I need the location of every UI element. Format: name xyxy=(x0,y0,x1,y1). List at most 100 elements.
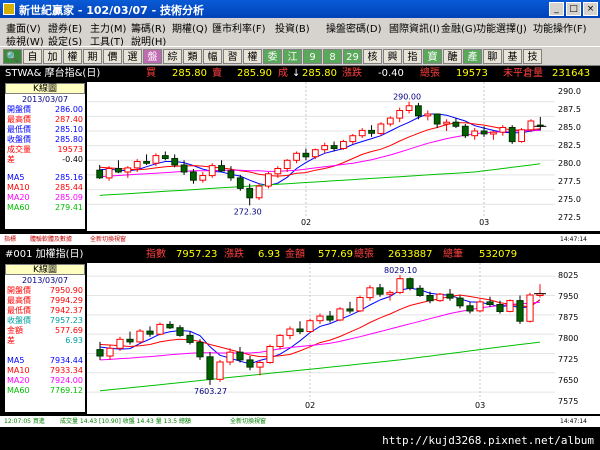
top-symbol: STWA& 摩台指&(日) xyxy=(5,68,101,79)
candle-body xyxy=(396,110,404,119)
low-price-label: 7603.27 xyxy=(194,387,227,396)
candle-body xyxy=(218,165,225,172)
title-bar: 新世紀贏家 - 102/03/07 - 技術分析 _ □ × xyxy=(0,0,600,18)
ma-label: MA60 xyxy=(7,203,30,212)
toolbar-btn-10[interactable]: 幅 xyxy=(203,49,222,64)
menu-function-op[interactable]: 功能操作(F) xyxy=(533,20,587,35)
toolbar-btn-26[interactable]: 技 xyxy=(523,49,542,64)
toolbar-btn-21[interactable]: 寶 xyxy=(423,49,442,64)
bottom-status-left: 12:07:05 買進 xyxy=(4,418,45,425)
top-deal-label: 成 xyxy=(278,68,288,79)
toolbar-btn-9[interactable]: 類 xyxy=(183,49,202,64)
toolbar-btn-24[interactable]: 聊 xyxy=(483,49,502,64)
top-sell-label: 賣 xyxy=(212,68,222,79)
candle-body xyxy=(115,168,122,173)
toolbar-btn-20[interactable]: 指 xyxy=(403,49,422,64)
stat-label: 收盤價 xyxy=(7,135,31,144)
stat-value: 7957.23 xyxy=(49,316,83,325)
toolbar-btn-12[interactable]: 權 xyxy=(243,49,262,64)
candle-body xyxy=(436,293,444,302)
bottom-kline-caption: K線圖 xyxy=(5,264,85,275)
bottom-y-axis: 8025 7950 7875 7800 7725 7650 7575 xyxy=(555,263,600,414)
ma-value: 7934.44 xyxy=(49,356,83,365)
stat-label: 成交量 xyxy=(7,145,31,154)
top-y-axis: 290.0 287.5 285.0 282.5 280.0 277.5 275.… xyxy=(555,82,600,231)
stat-value: 285.10 xyxy=(55,125,83,134)
bottom-volume-label: 總張 xyxy=(354,249,374,260)
toolbar-btn-15[interactable]: 9 xyxy=(303,49,322,64)
toolbar-btn-25[interactable]: 基 xyxy=(503,49,522,64)
candle-body xyxy=(199,175,207,181)
candle-body xyxy=(296,328,304,333)
top-buy-label: 買 xyxy=(146,68,156,79)
candle-body xyxy=(446,293,454,299)
menu-invest[interactable]: 投資(B) xyxy=(275,20,310,35)
toolbar-btn-23[interactable]: 產 xyxy=(463,49,482,64)
bottom-amount-value: 577.69 xyxy=(318,249,353,260)
menu-forex[interactable]: 匯市利率(F) xyxy=(212,20,266,35)
bottom-stat-row: 收盤價 7957.23 xyxy=(5,316,85,326)
stat-value: 19573 xyxy=(57,145,83,154)
app-icon xyxy=(3,3,15,15)
top-volume-value: 19573 xyxy=(456,68,488,79)
candle-body xyxy=(156,323,164,335)
toolbar-btn-6[interactable]: 選 xyxy=(123,49,142,64)
menu-intl-info[interactable]: 國際資訊(I) xyxy=(389,20,440,35)
candle-body xyxy=(96,169,104,179)
candle-body xyxy=(136,330,144,343)
stat-label: 差 xyxy=(7,155,15,164)
x-tick-label: 03 xyxy=(479,218,489,227)
menu-finance[interactable]: 金融(G) xyxy=(441,20,477,35)
menu-options[interactable]: 期權(Q) xyxy=(172,20,208,35)
minimize-button[interactable]: _ xyxy=(549,2,564,16)
toolbar-btn-18[interactable]: 核 xyxy=(363,49,382,64)
top-oi-label: 未平倉量 xyxy=(503,68,543,79)
maximize-button[interactable]: □ xyxy=(566,2,581,16)
top-status-bar: 指標 體驗軟體及數據 全新切換視窗 14:47:14 xyxy=(0,234,600,245)
toolbar-btn-17[interactable]: 29 xyxy=(343,49,362,64)
toolbar-btn-19[interactable]: 興 xyxy=(383,49,402,64)
menu-trading-code[interactable]: 操盤密碼(D) xyxy=(326,20,382,35)
toolbar-btn-14[interactable]: 江 xyxy=(283,49,302,64)
candle-body xyxy=(508,127,516,143)
candle-body xyxy=(321,145,329,151)
toolbar-btn-1[interactable]: 自 xyxy=(23,49,42,64)
candle-body xyxy=(166,323,174,329)
toolbar-btn-4[interactable]: 期 xyxy=(83,49,102,64)
menu-function-select[interactable]: 功能選擇(J) xyxy=(476,20,527,35)
candle-body xyxy=(265,173,272,187)
toolbar-btn-7[interactable]: 盤 xyxy=(143,49,162,64)
toolbar-search-icon[interactable]: 🔍 xyxy=(3,49,22,64)
candle-body xyxy=(433,113,441,125)
stat-value: 286.00 xyxy=(55,105,83,114)
bottom-stat-row: 開盤價 7950.90 xyxy=(5,286,85,296)
candle-body xyxy=(236,351,244,361)
toolbar-btn-11[interactable]: 習 xyxy=(223,49,242,64)
candle-body xyxy=(246,359,254,368)
candle-body xyxy=(426,295,434,302)
top-ytick: 275.0 xyxy=(558,195,581,204)
x-tick-label: 02 xyxy=(301,218,311,227)
bottom-ytick: 7800 xyxy=(558,334,579,343)
top-volume-label: 總張 xyxy=(420,68,440,79)
candle-body xyxy=(366,287,374,299)
watermark-url: http://kujd3268.pixnet.net/album xyxy=(382,434,594,447)
ma-value: 285.16 xyxy=(55,173,83,182)
toolbar-btn-22[interactable]: 醣 xyxy=(443,49,462,64)
toolbar-btn-3[interactable]: 權 xyxy=(63,49,82,64)
candle-body xyxy=(274,168,282,175)
ma-value: 279.41 xyxy=(55,203,83,212)
toolbar-btn-2[interactable]: 加 xyxy=(43,49,62,64)
bottom-ytick: 7575 xyxy=(558,397,579,406)
toolbar-btn-16[interactable]: 8 xyxy=(323,49,342,64)
toolbar: 🔍 自 加 權 期 價 選 盤 綜 類 幅 習 權 委 江 9 8 29 核 興… xyxy=(0,46,600,66)
toolbar-btn-8[interactable]: 綜 xyxy=(163,49,182,64)
ma-value: 285.44 xyxy=(55,183,83,192)
toolbar-btn-5[interactable]: 價 xyxy=(103,49,122,64)
bottom-ma-row: MA5 7934.44 xyxy=(5,356,85,366)
stat-value: 7942.37 xyxy=(49,306,83,315)
toolbar-btn-13[interactable]: 委 xyxy=(263,49,282,64)
close-button[interactable]: × xyxy=(583,2,598,16)
ma-label: MA60 xyxy=(7,386,30,395)
candle-body xyxy=(116,338,124,349)
